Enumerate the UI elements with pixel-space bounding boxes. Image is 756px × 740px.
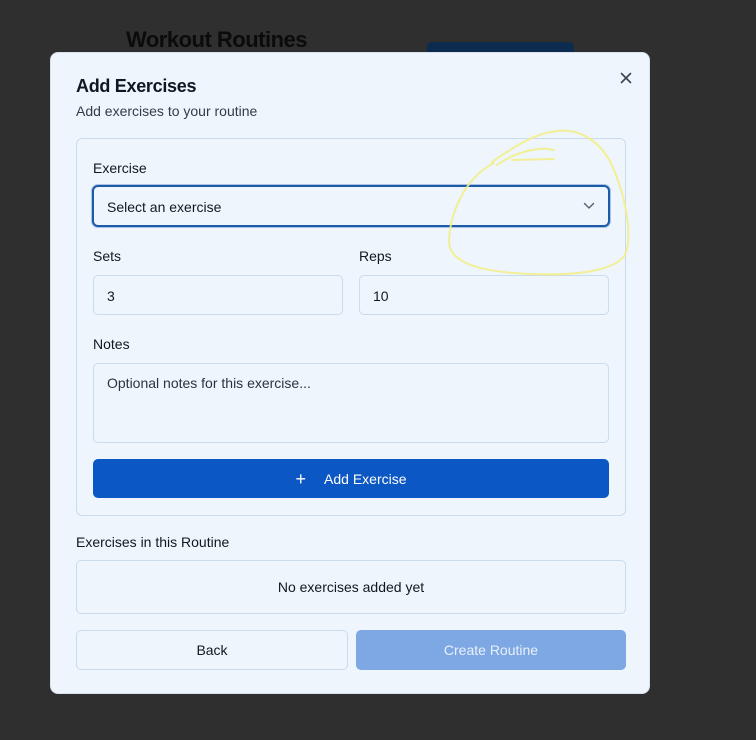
sets-input-value: 3 — [107, 288, 115, 304]
page-title: Workout Routines — [126, 27, 308, 52]
add-exercises-dialog: Add Exercises Add exercises to your rout… — [50, 52, 650, 694]
add-exercise-label: Add Exercise — [324, 470, 407, 487]
add-exercise-button[interactable]: + Add Exercise — [93, 459, 609, 498]
exercise-label: Exercise — [93, 160, 147, 176]
create-routine-button[interactable]: Create Routine — [356, 630, 626, 670]
routine-exercises-list: No exercises added yet — [76, 560, 626, 614]
reps-input[interactable]: 10 — [359, 275, 609, 315]
close-icon — [620, 72, 632, 84]
routine-exercises-label: Exercises in this Routine — [76, 534, 230, 550]
back-button-label: Back — [196, 642, 228, 658]
exercise-select[interactable]: Select an exercise — [92, 185, 610, 227]
reps-label: Reps — [359, 248, 392, 264]
empty-state-text: No exercises added yet — [277, 579, 425, 595]
notes-placeholder: Optional notes for this exercise... — [107, 375, 311, 391]
sets-input[interactable]: 3 — [93, 275, 343, 315]
close-button[interactable] — [617, 69, 635, 87]
dialog-title: Add Exercises — [76, 76, 197, 96]
dialog-subtitle: Add exercises to your routine — [76, 103, 258, 119]
sets-label: Sets — [93, 248, 122, 264]
exercise-select-value: Select an exercise — [107, 199, 222, 215]
reps-input-value: 10 — [373, 288, 389, 304]
back-button[interactable]: Back — [76, 630, 348, 670]
exercise-form-panel: Exercise Select an exercise Sets 3 Reps … — [76, 138, 626, 516]
chevron-down-icon — [583, 202, 595, 209]
notes-textarea[interactable]: Optional notes for this exercise... — [93, 363, 609, 443]
create-routine-label: Create Routine — [443, 642, 539, 658]
notes-label: Notes — [93, 336, 130, 352]
plus-icon: + — [295, 468, 307, 489]
